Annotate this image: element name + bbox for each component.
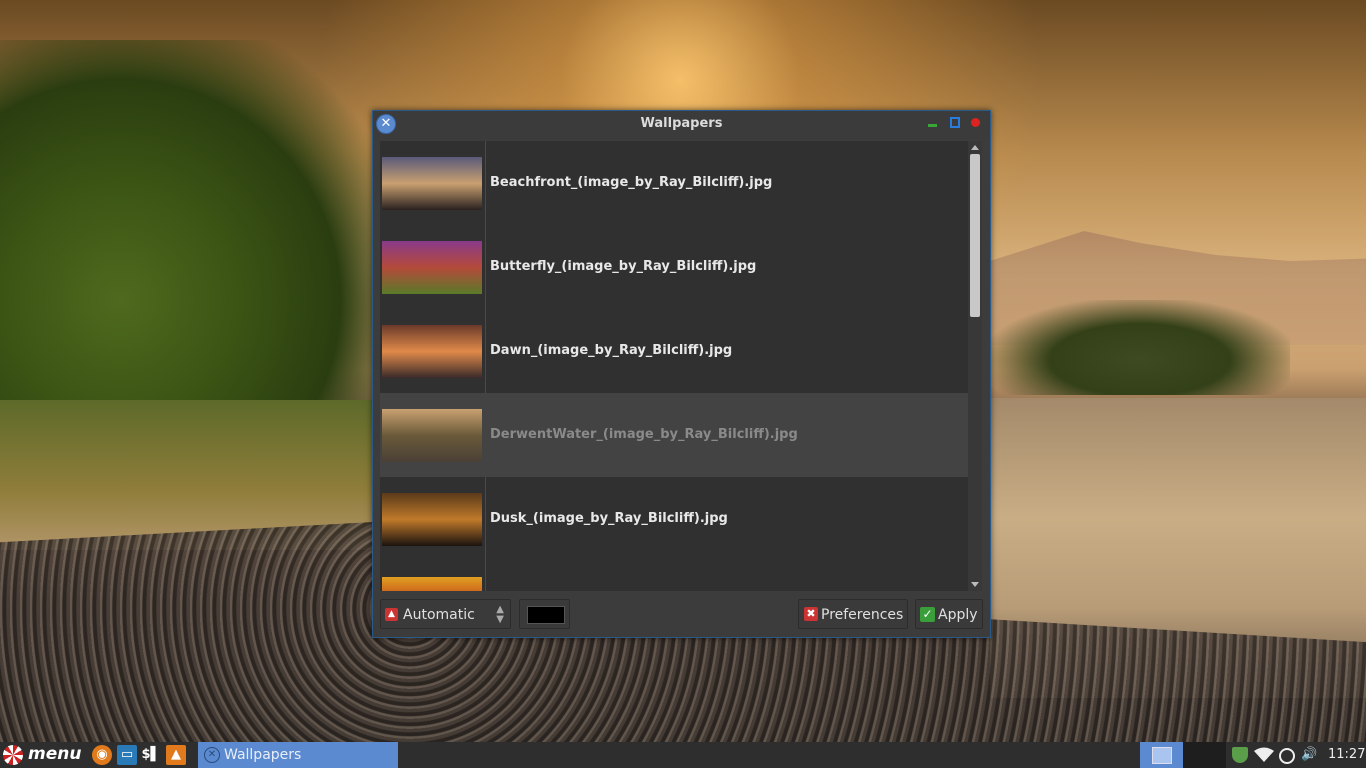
wallpaper-list-item[interactable]: DerwentWater_(image_by_Ray_Bilcliff).jpg bbox=[380, 393, 968, 477]
app-icon: ✕ bbox=[204, 747, 220, 763]
taskbar: menu ◉ ▭ $▌ ▲ ✕ Wallpapers 🔊 11:27 bbox=[0, 742, 1366, 768]
checkmark-icon: ✓ bbox=[920, 607, 935, 622]
scroll-up-icon[interactable] bbox=[971, 145, 979, 150]
wallpaper-thumbnail bbox=[382, 493, 482, 546]
terminal-icon[interactable]: $▌ bbox=[141, 745, 161, 765]
taskbar-task-wallpapers[interactable]: ✕ Wallpapers bbox=[198, 742, 398, 768]
scrollbar[interactable] bbox=[968, 141, 982, 591]
wallpaper-filename: Butterfly_(image_by_Ray_Bilcliff).jpg bbox=[490, 259, 757, 274]
image-mode-icon: ▲ bbox=[385, 608, 398, 621]
wallpaper-thumbnail bbox=[382, 241, 482, 294]
shield-icon[interactable] bbox=[1232, 747, 1248, 763]
minimize-icon[interactable] bbox=[928, 117, 938, 127]
network-status-icon[interactable] bbox=[1279, 748, 1295, 764]
wallpaper-filename: Dawn_(image_by_Ray_Bilcliff).jpg bbox=[490, 343, 733, 358]
wallpaper-list-item[interactable]: Dawn_(image_by_Ray_Bilcliff).jpg bbox=[380, 309, 968, 393]
scroll-down-icon[interactable] bbox=[971, 582, 979, 587]
wallpaper-background bbox=[990, 300, 1290, 395]
wallpaper-list[interactable]: Beachfront_(image_by_Ray_Bilcliff).jpg Bu… bbox=[380, 141, 968, 591]
wallpaper-list-item[interactable]: Butterfly_(image_by_Ray_Bilcliff).jpg bbox=[380, 225, 968, 309]
volume-icon[interactable]: 🔊 bbox=[1301, 747, 1317, 763]
clock[interactable]: 11:27 bbox=[1328, 747, 1365, 763]
workspace-window-preview bbox=[1152, 747, 1172, 764]
wallpaper-thumbnail bbox=[382, 577, 482, 591]
wallpaper-list-item[interactable] bbox=[380, 561, 968, 591]
menu-button[interactable]: menu bbox=[0, 742, 88, 768]
wallpaper-thumbnail bbox=[382, 409, 482, 462]
workspace-2[interactable] bbox=[1183, 742, 1226, 768]
menu-label: menu bbox=[28, 744, 82, 764]
scrollbar-thumb[interactable] bbox=[970, 154, 980, 317]
spin-arrows-icon: ▲ ▼ bbox=[496, 604, 504, 625]
apply-button[interactable]: ✓ Apply bbox=[915, 599, 983, 629]
mode-select[interactable]: ▲ Automatic ▲ ▼ bbox=[380, 599, 511, 629]
vlc-icon[interactable]: ▲ bbox=[166, 745, 186, 765]
background-color-button[interactable] bbox=[519, 599, 570, 629]
apply-label: Apply bbox=[938, 607, 978, 623]
maximize-icon[interactable] bbox=[950, 117, 960, 128]
wallpaper-filename: Beachfront_(image_by_Ray_Bilcliff).jpg bbox=[490, 175, 773, 190]
wallpaper-filename: Dusk_(image_by_Ray_Bilcliff).jpg bbox=[490, 511, 728, 526]
wallpaper-thumbnail bbox=[382, 325, 482, 378]
tools-icon: ✖ bbox=[804, 607, 818, 621]
wallpaper-list-item[interactable]: Beachfront_(image_by_Ray_Bilcliff).jpg bbox=[380, 141, 968, 225]
preferences-label: Preferences bbox=[821, 607, 904, 623]
bottom-toolbar: ▲ Automatic ▲ ▼ ✖ Preferences ✓ Apply bbox=[373, 595, 990, 637]
close-icon[interactable] bbox=[971, 118, 980, 127]
task-label: Wallpapers bbox=[224, 747, 302, 763]
wallpaper-list-item[interactable]: Dusk_(image_by_Ray_Bilcliff).jpg bbox=[380, 477, 968, 561]
file-manager-icon[interactable]: ▭ bbox=[117, 745, 137, 765]
window-title: Wallpapers bbox=[640, 116, 723, 131]
wifi-icon[interactable] bbox=[1254, 747, 1274, 763]
menu-logo-icon bbox=[3, 745, 23, 765]
firefox-icon[interactable]: ◉ bbox=[92, 745, 112, 765]
mode-select-value: Automatic bbox=[403, 607, 475, 623]
wallpaper-thumbnail bbox=[382, 157, 482, 210]
preferences-button[interactable]: ✖ Preferences bbox=[798, 599, 908, 629]
wallpaper-filename: DerwentWater_(image_by_Ray_Bilcliff).jpg bbox=[490, 427, 798, 442]
wallpapers-window: ✕ Wallpapers Beachfront_(image_by_Ray_Bi… bbox=[372, 110, 991, 638]
workspace-1[interactable] bbox=[1140, 742, 1183, 768]
wallpaper-background bbox=[0, 40, 380, 400]
window-titlebar[interactable]: ✕ Wallpapers bbox=[373, 111, 990, 139]
color-swatch bbox=[527, 606, 565, 624]
